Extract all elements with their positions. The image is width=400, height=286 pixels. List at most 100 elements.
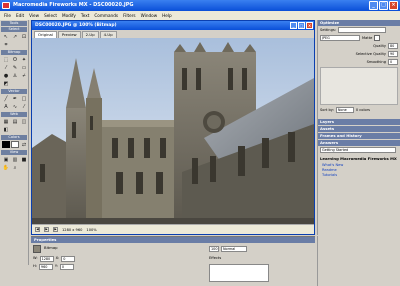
tab-4up[interactable]: 4-Up — [99, 31, 117, 38]
layers-panel-header[interactable]: Layers — [318, 119, 400, 125]
document-status-bar: ◀ ▶ ▶ 1280 x 960 100% — [32, 224, 314, 234]
matte-label: Matte — [362, 36, 373, 40]
opacity-field[interactable]: 100 — [209, 246, 219, 252]
color-count: 0 colors — [355, 108, 371, 112]
rubber-stamp-tool-icon[interactable]: ♙ — [11, 72, 19, 79]
object-kind: Bitmap — [44, 245, 58, 250]
subselect-tool-icon[interactable]: ↗ — [11, 33, 19, 40]
hand-tool-icon[interactable]: ✋ — [2, 164, 10, 171]
menu-bar: File Edit View Select Modify Text Comman… — [0, 11, 400, 20]
stroke-color-swatch-icon[interactable] — [2, 141, 10, 148]
slice-tool-icon[interactable]: ▤ — [11, 118, 19, 125]
rectangle-tool-icon[interactable]: □ — [20, 95, 28, 102]
settings-label: Settings: — [320, 28, 336, 32]
document-canvas[interactable] — [32, 38, 314, 224]
x-field[interactable]: 0 — [61, 256, 76, 262]
magic-wand-tool-icon[interactable]: ✦ — [20, 56, 28, 63]
sortby-label: Sort by: — [320, 108, 334, 112]
quality-label: Quality — [373, 44, 386, 48]
y-field[interactable]: 0 — [59, 264, 74, 270]
tab-original[interactable]: Original — [34, 31, 57, 38]
hotspot-tool-icon[interactable]: ▦ — [2, 118, 10, 125]
answers-dropdown[interactable]: Getting Started — [320, 147, 396, 153]
pen-tool-icon[interactable]: ✒ — [11, 95, 19, 102]
format-dropdown[interactable]: JPEG — [320, 35, 360, 41]
menu-select[interactable]: Select — [44, 13, 57, 18]
full-screen-menu-icon[interactable]: ▥ — [11, 156, 19, 163]
menu-modify[interactable]: Modify — [62, 13, 76, 18]
zoom-tool-icon[interactable]: ⌕ — [11, 164, 19, 171]
document-titlebar: DSC00020.JPG @ 100% (Bitmap) _ □ × — [32, 21, 314, 30]
close-button[interactable]: × — [389, 1, 398, 10]
full-screen-icon[interactable]: ■ — [20, 156, 28, 163]
pencil-tool-icon[interactable]: ✎ — [11, 64, 19, 71]
tools-header: Tools — [1, 21, 27, 26]
menu-edit[interactable]: Edit — [16, 13, 24, 18]
menu-file[interactable]: File — [4, 13, 11, 18]
standard-screen-icon[interactable]: ▣ — [2, 156, 10, 163]
tab-2up[interactable]: 2-Up — [81, 31, 99, 38]
smoothing-label: Smoothing — [366, 60, 386, 64]
marquee-tool-icon[interactable]: ⬚ — [2, 56, 10, 63]
doc-close-button[interactable]: × — [306, 22, 313, 29]
maximize-button[interactable]: □ — [379, 1, 388, 10]
settings-dropdown[interactable] — [337, 27, 386, 33]
fill-color-swatch-icon[interactable] — [11, 141, 19, 148]
blend-mode-dropdown[interactable]: Normal — [221, 246, 247, 252]
height-field[interactable]: 960 — [38, 264, 53, 270]
hide-slices-icon[interactable]: ◫ — [20, 118, 28, 125]
quality-field[interactable]: 80 — [388, 43, 398, 49]
text-tool-icon[interactable]: A — [2, 103, 10, 110]
window-titlebar: Macromedia Fireworks MX - DSC00020.JPG _… — [0, 0, 400, 11]
zoom-level[interactable]: 100% — [86, 228, 96, 232]
frames-history-panel-header[interactable]: Frames and History — [318, 133, 400, 139]
assets-panel-header[interactable]: Assets — [318, 126, 400, 132]
menu-help[interactable]: Help — [162, 13, 172, 18]
doc-maximize-button[interactable]: □ — [298, 22, 305, 29]
selective-quality-field[interactable]: 90 — [388, 51, 398, 57]
document-window: DSC00020.JPG @ 100% (Bitmap) _ □ × Origi… — [31, 20, 315, 235]
eraser-tool-icon[interactable]: ▭ — [20, 64, 28, 71]
smoothing-field[interactable]: 0 — [388, 59, 398, 65]
brush-tool-icon[interactable]: ⁄ — [2, 64, 10, 71]
pointer-tool-icon[interactable]: ↖ — [2, 33, 10, 40]
menu-commands[interactable]: Commands — [94, 13, 118, 18]
knife-tool-icon[interactable]: ⁄ — [20, 103, 28, 110]
doc-minimize-button[interactable]: _ — [290, 22, 297, 29]
panel-dock: Optimize Settings: JPEG Matte Quality 80… — [317, 20, 400, 235]
menu-window[interactable]: Window — [141, 13, 158, 18]
blur-tool-icon[interactable]: ● — [2, 72, 10, 79]
selective-quality-label: Selective Quality — [355, 52, 386, 56]
freeform-tool-icon[interactable]: ∿ — [11, 103, 19, 110]
matte-swatch[interactable] — [374, 35, 381, 41]
lasso-tool-icon[interactable]: ʘ — [11, 56, 19, 63]
width-field[interactable]: 1280 — [39, 256, 54, 262]
sortby-dropdown[interactable]: None — [335, 107, 354, 113]
line-tool-icon[interactable]: ╱ — [2, 95, 10, 102]
document-size[interactable]: 1280 x 960 — [62, 228, 82, 232]
show-slices-icon[interactable]: ◧ — [2, 126, 10, 133]
paint-bucket-tool-icon[interactable]: ◩ — [2, 80, 10, 87]
view-tabs: Original Preview 2-Up 4-Up — [32, 30, 314, 38]
effects-list[interactable] — [209, 264, 269, 282]
eyedropper-tool-icon[interactable]: ⌿ — [20, 72, 28, 79]
scale-tool-icon[interactable]: ⊡ — [20, 33, 28, 40]
answers-link-tutorials[interactable]: Tutorials — [318, 173, 400, 178]
document-title: DSC00020.JPG @ 100% (Bitmap) — [35, 23, 117, 28]
tab-preview[interactable]: Preview — [57, 31, 81, 38]
cathedral-photo — [32, 38, 314, 224]
menu-filters[interactable]: Filters — [123, 13, 136, 18]
fireworks-app-icon — [2, 2, 10, 9]
minimize-button[interactable]: _ — [369, 1, 378, 10]
lower-dock — [317, 236, 400, 286]
color-table[interactable] — [320, 67, 398, 105]
menu-view[interactable]: View — [29, 13, 39, 18]
next-frame-icon[interactable]: ▶ — [53, 227, 58, 232]
crop-tool-icon[interactable]: ⌗ — [2, 41, 10, 48]
menu-text[interactable]: Text — [81, 13, 89, 18]
play-icon[interactable]: ▶ — [44, 227, 49, 232]
first-frame-icon[interactable]: ◀ — [35, 227, 40, 232]
answers-heading: Learning Macromedia Fireworks MX — [320, 156, 397, 161]
properties-panel: Properties Bitmap W: 1280 X: 0 H: 960 Y: 0 1… — [31, 236, 315, 286]
swap-colors-icon[interactable]: ⇄ — [20, 141, 28, 148]
